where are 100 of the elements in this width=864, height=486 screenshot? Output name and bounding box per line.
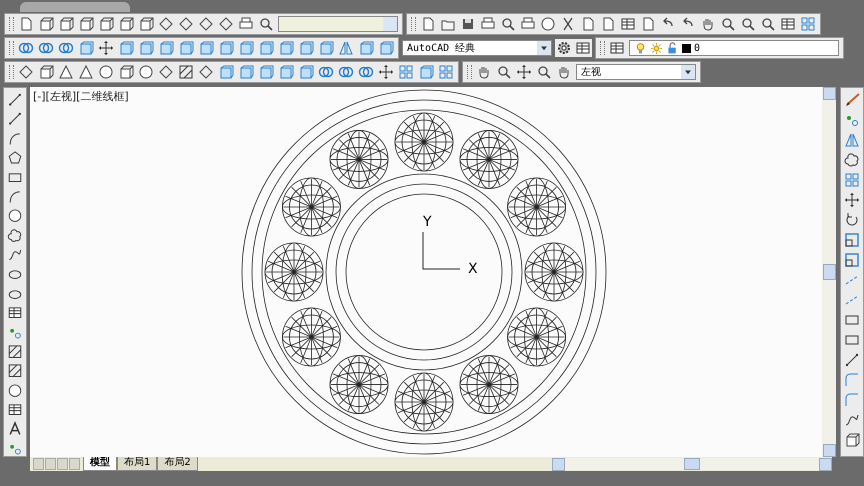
diamond-icon[interactable]	[178, 16, 194, 32]
polygon-icon[interactable]	[7, 150, 23, 166]
box-icon[interactable]	[278, 40, 294, 56]
box-icon[interactable]	[78, 40, 94, 56]
box-icon[interactable]	[138, 40, 154, 56]
box-icon[interactable]	[198, 40, 214, 56]
box-icon[interactable]	[418, 64, 434, 80]
line-icon[interactable]	[7, 111, 23, 127]
magnifier-icon[interactable]	[258, 16, 274, 32]
scale-icon[interactable]	[844, 252, 860, 268]
table-icon[interactable]	[575, 40, 591, 56]
box-icon[interactable]	[378, 40, 394, 56]
letter-icon[interactable]	[7, 421, 23, 437]
cube-icon[interactable]	[844, 432, 860, 448]
box-icon[interactable]	[238, 64, 254, 80]
scale-icon[interactable]	[844, 232, 860, 248]
box-icon[interactable]	[258, 64, 274, 80]
diamond-icon[interactable]	[18, 64, 34, 80]
move-icon[interactable]	[516, 64, 532, 80]
table-icon[interactable]	[7, 402, 23, 418]
grid-icon[interactable]	[800, 16, 816, 32]
box-icon[interactable]	[358, 40, 374, 56]
box-icon[interactable]	[118, 40, 134, 56]
box-icon[interactable]	[278, 64, 294, 80]
lock-icon[interactable]	[666, 42, 679, 54]
layout-tab[interactable]: 布局2	[157, 457, 198, 471]
magnifier-icon[interactable]	[496, 64, 512, 80]
layout-tab[interactable]: 布局1	[117, 457, 158, 471]
box-icon[interactable]	[218, 40, 234, 56]
circle-icon[interactable]	[138, 64, 154, 80]
box-icon[interactable]	[158, 40, 174, 56]
rings-icon[interactable]	[58, 40, 74, 56]
bulb-icon[interactable]	[634, 42, 647, 54]
box-icon[interactable]	[298, 64, 314, 80]
mirror-icon[interactable]	[844, 132, 860, 148]
fillet-icon[interactable]	[844, 372, 860, 388]
box-icon[interactable]	[258, 40, 274, 56]
magnifier-icon[interactable]	[740, 16, 756, 32]
cube-icon[interactable]	[38, 64, 54, 80]
arc-icon[interactable]	[7, 130, 23, 146]
hatch-icon[interactable]	[178, 64, 194, 80]
move-icon[interactable]	[844, 192, 860, 208]
table-icon[interactable]	[780, 16, 796, 32]
magnifier-icon[interactable]	[720, 16, 736, 32]
hatch-icon[interactable]	[7, 344, 23, 360]
brush-icon[interactable]	[844, 92, 860, 108]
cube-icon[interactable]	[138, 16, 154, 32]
circle-icon[interactable]	[540, 16, 556, 32]
box-icon[interactable]	[178, 40, 194, 56]
magnifier-icon[interactable]	[536, 64, 552, 80]
triangle-icon[interactable]	[58, 64, 74, 80]
line-icon[interactable]	[7, 92, 23, 108]
rings-icon[interactable]	[338, 64, 354, 80]
box-icon[interactable]	[218, 64, 234, 80]
rings-icon[interactable]	[38, 40, 54, 56]
box-icon[interactable]	[298, 40, 314, 56]
cloud-icon[interactable]	[7, 228, 23, 243]
layer-dropdown[interactable]: 0	[629, 40, 839, 56]
table-icon[interactable]	[609, 40, 625, 56]
gear-icon[interactable]	[556, 40, 572, 56]
box-icon[interactable]	[238, 40, 254, 56]
view-dropdown[interactable]: 左视	[576, 64, 696, 80]
rings-icon[interactable]	[318, 64, 334, 80]
hatch-icon[interactable]	[7, 363, 23, 379]
cube-icon[interactable]	[98, 16, 114, 32]
grid-icon[interactable]	[844, 172, 860, 188]
sun-icon[interactable]	[650, 42, 663, 54]
magnifier-icon[interactable]	[500, 16, 516, 32]
cube-icon[interactable]	[78, 16, 94, 32]
circle-icon[interactable]	[7, 208, 23, 224]
circle-icon[interactable]	[7, 382, 23, 398]
workspace-dropdown[interactable]: AutoCAD 经典	[402, 40, 552, 56]
diamond-icon[interactable]	[198, 64, 214, 80]
magnifier-icon[interactable]	[760, 16, 776, 32]
box-icon[interactable]	[318, 40, 334, 56]
diamond-icon[interactable]	[218, 16, 234, 32]
triangle-icon[interactable]	[78, 64, 94, 80]
move-icon[interactable]	[378, 64, 394, 80]
grid-icon[interactable]	[438, 64, 454, 80]
diamond-icon[interactable]	[158, 16, 174, 32]
layout-tab[interactable]: 模型	[83, 457, 117, 471]
spline-icon[interactable]	[7, 247, 23, 262]
arc-icon[interactable]	[7, 188, 23, 204]
rings-icon[interactable]	[358, 64, 374, 80]
drawing-canvas[interactable]: [-][左视][二维线框] Y X	[30, 87, 822, 457]
line-icon[interactable]	[844, 352, 860, 368]
cube-icon[interactable]	[38, 16, 54, 32]
horizontal-scrollbar[interactable]	[552, 458, 832, 470]
cube-icon[interactable]	[58, 16, 74, 32]
rings-icon[interactable]	[18, 40, 34, 56]
cube-icon[interactable]	[118, 16, 134, 32]
grid-icon[interactable]	[398, 64, 414, 80]
diamond-icon[interactable]	[158, 64, 174, 80]
table-icon[interactable]	[7, 305, 23, 320]
mirror-icon[interactable]	[338, 40, 354, 56]
cube-icon[interactable]	[118, 64, 134, 80]
table-icon[interactable]	[620, 16, 636, 32]
fillet-icon[interactable]	[844, 392, 860, 408]
vertical-scrollbar[interactable]	[822, 87, 836, 457]
cloud-icon[interactable]	[844, 152, 860, 168]
